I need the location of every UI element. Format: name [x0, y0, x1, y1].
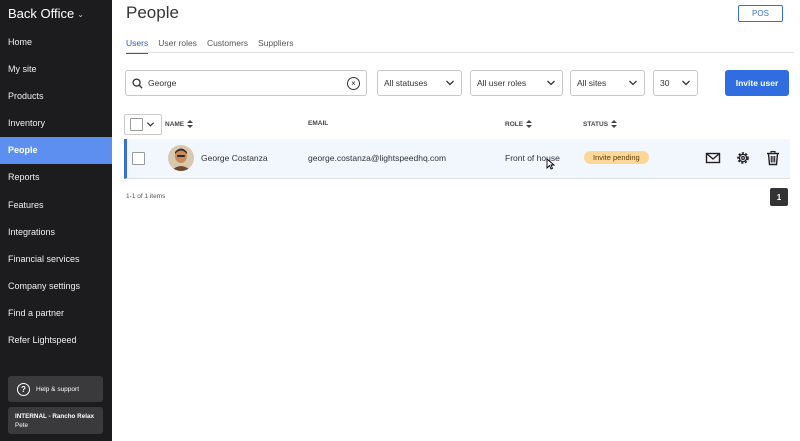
main-content: People POS Users User roles Customers Su… — [112, 0, 800, 441]
column-name[interactable]: NAME — [165, 120, 194, 128]
sidebar-item-refer-lightspeed[interactable]: Refer Lightspeed — [0, 327, 112, 354]
sidebar-item-home[interactable]: Home — [0, 29, 112, 56]
user-email: george.costanza@lightspeedhq.com — [308, 153, 447, 163]
chevron-down-icon: ⌄ — [77, 10, 84, 19]
sidebar-nav: Home My site Products Inventory People R… — [0, 29, 112, 354]
sort-icon — [187, 120, 194, 128]
sidebar-item-integrations[interactable]: Integrations — [0, 219, 112, 246]
table-header: NAME EMAIL ROLE STATUS — [124, 114, 790, 135]
search-icon — [132, 77, 143, 89]
select-all-dropdown[interactable] — [124, 114, 162, 135]
brand-switcher[interactable]: Back Office ⌄ — [8, 6, 84, 21]
row-checkbox[interactable] — [132, 152, 145, 165]
sidebar-item-inventory[interactable]: Inventory — [0, 110, 112, 137]
role-filter-value: All user roles — [477, 78, 527, 88]
search-input[interactable]: George × — [125, 70, 367, 96]
sidebar-item-people[interactable]: People — [0, 137, 112, 165]
sort-icon — [526, 120, 533, 128]
sidebar-item-reports[interactable]: Reports — [0, 164, 112, 191]
column-role-label: ROLE — [505, 120, 524, 128]
brand-label: Back Office — [8, 6, 75, 21]
column-status[interactable]: STATUS — [583, 120, 618, 128]
page-title: People — [126, 3, 179, 22]
help-label: Help & support — [36, 385, 79, 393]
user-name[interactable]: George Costanza — [201, 153, 268, 163]
column-email: EMAIL — [308, 120, 328, 127]
column-email-label: EMAIL — [308, 120, 329, 127]
avatar — [168, 145, 194, 171]
account-name: INTERNAL - Rancho Relax — [15, 413, 94, 420]
column-status-label: STATUS — [583, 120, 609, 128]
mail-icon[interactable] — [705, 150, 721, 166]
help-support-button[interactable]: ? Help & support — [8, 376, 103, 402]
column-name-label: NAME — [165, 120, 185, 128]
gear-icon[interactable] — [735, 150, 751, 166]
status-filter-value: All statuses — [384, 78, 428, 88]
tabs-divider — [126, 52, 794, 53]
sidebar-item-find-a-partner[interactable]: Find a partner — [0, 300, 112, 327]
mouse-cursor-icon — [546, 158, 555, 170]
site-filter-select[interactable]: All sites — [570, 70, 645, 96]
question-icon: ? — [17, 382, 30, 396]
table-row[interactable]: George Costanza george.costanza@lightspe… — [124, 139, 790, 179]
chevron-down-icon — [629, 80, 637, 86]
site-filter-value: All sites — [577, 78, 607, 88]
sidebar-item-features[interactable]: Features — [0, 192, 112, 219]
clear-search-icon[interactable]: × — [347, 76, 360, 90]
chevron-down-icon — [146, 122, 155, 127]
chevron-down-icon — [682, 80, 690, 86]
pos-button[interactable]: POS — [738, 5, 783, 22]
select-all-checkbox[interactable] — [130, 118, 143, 131]
role-filter-select[interactable]: All user roles — [470, 70, 563, 96]
account-user: Pete — [15, 422, 28, 429]
status-badge: Invite pending — [584, 151, 649, 164]
account-switcher[interactable]: INTERNAL - Rancho Relax Pete — [8, 407, 103, 434]
per-page-value: 30 — [660, 78, 670, 88]
sidebar-item-financial-services[interactable]: Financial services — [0, 246, 112, 273]
per-page-select[interactable]: 30 — [653, 70, 698, 96]
sidebar: Back Office ⌄ Home My site Products Inve… — [0, 0, 112, 441]
sidebar-item-my-site[interactable]: My site — [0, 56, 112, 83]
items-summary: 1-1 of 1 items — [126, 193, 166, 200]
sort-icon — [611, 120, 618, 128]
sidebar-item-products[interactable]: Products — [0, 83, 112, 110]
column-role[interactable]: ROLE — [505, 120, 533, 128]
trash-icon[interactable] — [765, 150, 781, 166]
pagination-page-button[interactable]: 1 — [770, 188, 788, 206]
chevron-down-icon — [446, 80, 454, 86]
search-value: George — [148, 78, 177, 88]
sidebar-item-company-settings[interactable]: Company settings — [0, 273, 112, 300]
chevron-down-icon — [547, 80, 555, 86]
invite-user-button[interactable]: Invite user — [725, 70, 789, 96]
status-filter-select[interactable]: All statuses — [377, 70, 462, 96]
